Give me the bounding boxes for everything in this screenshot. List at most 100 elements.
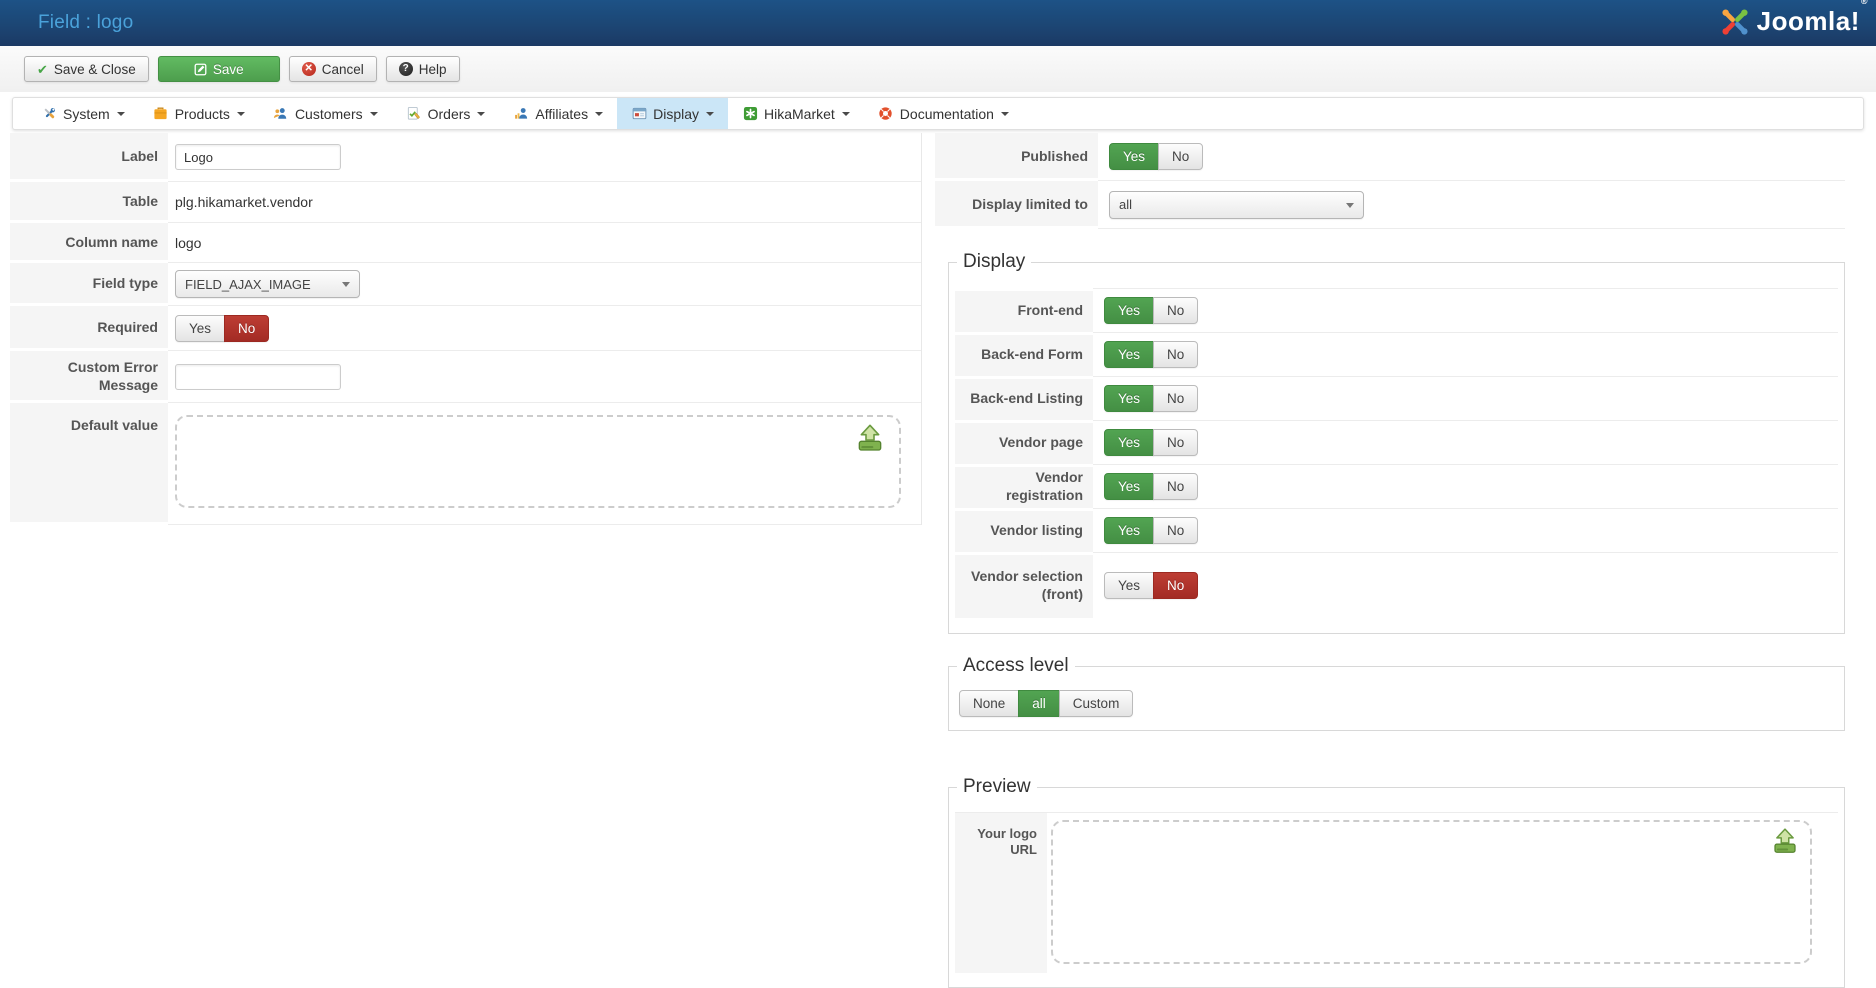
toggle-no-option[interactable]: No [1153,473,1199,500]
custom-error-input[interactable] [175,363,341,390]
toggle-yes-option[interactable]: Yes [1104,473,1155,500]
vendor-page-toggle[interactable]: Yes No [1104,429,1199,456]
access-all-option[interactable]: all [1018,690,1060,717]
published-yes-option[interactable]: Yes [1109,143,1160,170]
display-row-vendor-registration: Vendor registration Yes No [955,464,1838,508]
menu-item-hikamarket[interactable]: HikaMarket [728,98,864,129]
save-label: Save [212,61,244,77]
toggle-yes-option[interactable]: Yes [1104,341,1155,368]
help-button[interactable]: ? Help [385,56,460,82]
display-row-vendor-listing: Vendor listing Yes No [955,508,1838,552]
access-level-group[interactable]: None all Custom [959,690,1134,717]
published-toggle[interactable]: Yes No [1109,143,1204,170]
page-title: Field : logo [38,12,134,33]
back-end-listing-toggle[interactable]: Yes No [1104,385,1199,412]
registered-mark: ® [1860,0,1868,6]
access-level-legend: Access level [963,655,1069,676]
toggle-no-option[interactable]: No [1153,341,1199,368]
box-icon [153,106,169,122]
menu-item-orders[interactable]: Orders [392,98,500,129]
save-button[interactable]: Save [157,56,280,82]
toggle-yes-option[interactable]: Yes [1104,429,1155,456]
tools-icon [41,106,57,122]
component-menubar: System Products Customers Orders Affilia… [12,97,1864,130]
vendor-selection-toggle[interactable]: Yes No [1104,572,1199,599]
column-name-row-title: Column name [10,223,168,263]
menu-label-customers: Customers [294,105,363,122]
menu-item-documentation[interactable]: Documentation [864,98,1023,129]
vendor-registration-row-title: Vendor registration [955,464,1093,508]
front-end-row-title: Front-end [955,288,1093,332]
toggle-no-option[interactable]: No [1153,429,1199,456]
admin-header-bar: Field : logo Joomla!® [0,0,1876,46]
affiliate-icon [513,106,529,122]
menu-item-customers[interactable]: Customers [259,98,392,129]
chevron-down-icon [706,111,714,116]
chevron-down-icon [369,111,378,116]
chevron-down-icon [116,111,125,116]
form-row-required: Required Yes No [10,306,921,351]
upload-icon[interactable] [854,422,886,459]
save-close-button[interactable]: ✔ Save & Close [24,56,149,82]
label-input[interactable] [175,144,341,170]
access-level-fieldset: Access level None all Custom [948,655,1845,731]
toggle-no-option[interactable]: No [1153,517,1199,544]
vendor-listing-row-title: Vendor listing [955,508,1093,552]
toggle-no-option[interactable]: No [1153,385,1199,412]
vendor-listing-toggle[interactable]: Yes No [1104,517,1199,544]
form-row-field-type: Field type FIELD_AJAX_IMAGE [10,263,921,306]
field-main-form: Label Table plg.hikamarket.vendor Column… [10,133,922,525]
cancel-icon: ✕ [301,62,316,76]
default-value-dropzone[interactable] [175,415,901,508]
toggle-no-option[interactable]: No [1153,297,1199,324]
upload-icon[interactable] [1770,826,1800,861]
access-custom-option[interactable]: Custom [1058,690,1134,717]
menu-label-affiliates: Affiliates [535,105,589,122]
vendor-registration-toggle[interactable]: Yes No [1104,473,1199,500]
toggle-yes-option[interactable]: Yes [1104,572,1155,599]
toggle-yes-option[interactable]: Yes [1104,385,1155,412]
published-row-title: Published [935,133,1098,181]
back-end-form-toggle[interactable]: Yes No [1104,341,1199,368]
access-none-option[interactable]: None [959,690,1020,717]
form-row-display-limited: Display limited to all [935,181,1845,229]
chevron-down-icon [841,111,850,116]
chevron-down-icon [1000,111,1009,116]
menu-item-system[interactable]: System [27,98,139,129]
order-icon [406,106,422,122]
published-no-option[interactable]: No [1158,143,1204,170]
preview-row-logo-url: Your logo URL [955,812,1838,973]
brand-wordmark: Joomla!® [1757,0,1868,37]
display-limited-select[interactable]: all [1109,190,1364,219]
menu-label-products: Products [174,105,230,122]
toggle-yes-option[interactable]: Yes [1104,517,1155,544]
back-end-listing-row-title: Back-end Listing [955,376,1093,420]
display-row-vendor-page: Vendor page Yes No [955,420,1838,464]
toggle-no-option[interactable]: No [1153,572,1199,599]
menu-label-system: System [63,105,110,122]
required-yes-option[interactable]: Yes [175,314,226,342]
logo-url-dropzone[interactable] [1051,820,1812,964]
field-type-select[interactable]: FIELD_AJAX_IMAGE [175,270,360,298]
menu-label-display: Display [653,105,699,122]
menu-item-affiliates[interactable]: Affiliates [499,98,617,129]
save-close-label: Save & Close [53,61,136,77]
label-row-title: Label [10,133,168,182]
menu-label-hikamarket: HikaMarket [764,105,835,122]
toolbar: ✔ Save & Close Save ✕ Cancel ? Help [0,46,1876,92]
preview-fieldset: Preview Your logo URL [948,776,1845,988]
required-no-option[interactable]: No [224,314,270,342]
toggle-yes-option[interactable]: Yes [1104,297,1155,324]
vendor-selection-row-title: Vendor selection (front) [955,552,1093,618]
required-toggle[interactable]: Yes No [175,314,270,342]
menu-item-products[interactable]: Products [139,98,259,129]
front-end-toggle[interactable]: Yes No [1104,297,1199,324]
field-settings-rows: Published Yes No Display limited to all [935,133,1845,229]
menu-label-documentation: Documentation [899,105,994,122]
menu-item-display[interactable]: Display [617,98,728,129]
form-row-default-value: Default value [10,403,921,525]
display-icon [631,106,647,122]
cancel-button[interactable]: ✕ Cancel [288,56,377,82]
chevron-down-icon [595,111,604,116]
joomla-admin-page: { "header": { "title": "Field : logo", "… [0,0,1876,988]
